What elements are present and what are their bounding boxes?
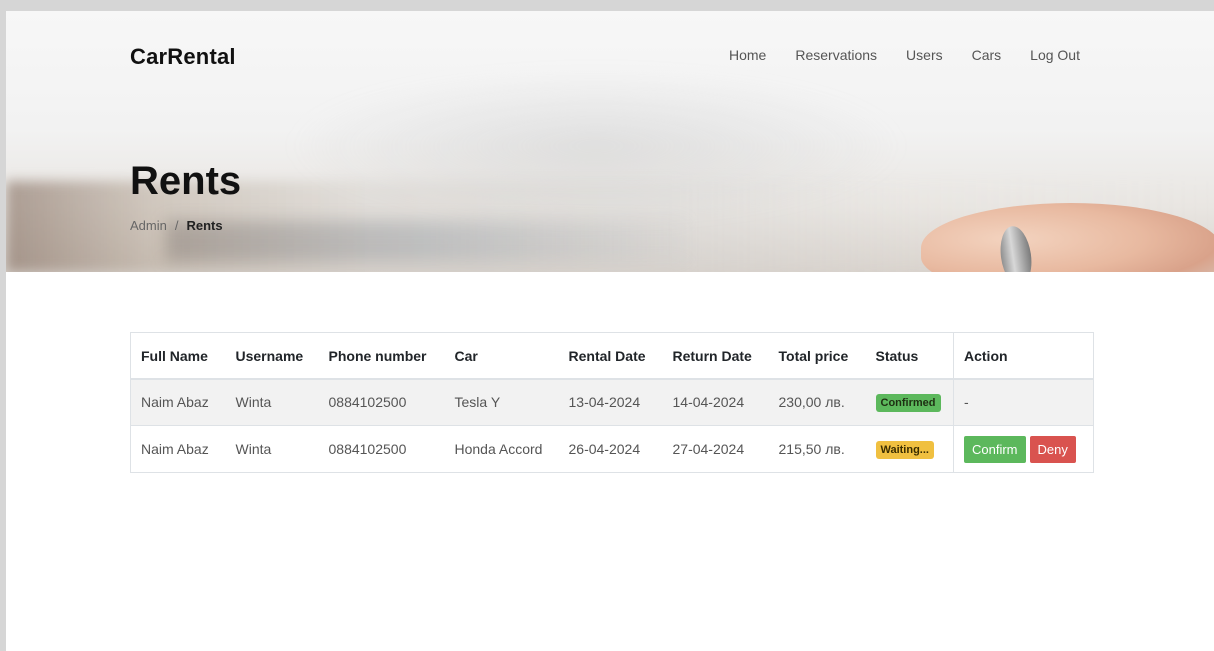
cell-phone: 0884102500 <box>318 425 445 473</box>
browser-viewport: CarRental Home Reservations Users Cars L… <box>6 11 1214 651</box>
cell-rental-date: 13-04-2024 <box>558 378 663 426</box>
top-navbar: CarRental Home Reservations Users Cars L… <box>6 11 1214 101</box>
breadcrumb: Admin / Rents <box>130 218 223 233</box>
hero-background-cars <box>166 221 686 261</box>
table-row: Naim Abaz Winta 0884102500 Honda Accord … <box>130 425 1094 473</box>
breadcrumb-separator: / <box>174 218 179 233</box>
cell-full-name: Naim Abaz <box>130 378 226 426</box>
hero-banner: CarRental Home Reservations Users Cars L… <box>6 11 1214 272</box>
column-header-status: Status <box>865 332 954 380</box>
cell-status: Confirmed <box>865 378 954 426</box>
table-header-row: Full Name Username Phone number Car Rent… <box>130 332 1094 380</box>
breadcrumb-current: Rents <box>186 218 223 233</box>
breadcrumb-admin[interactable]: Admin <box>130 218 167 233</box>
column-header-car: Car <box>444 332 559 380</box>
cell-return-date: 14-04-2024 <box>662 378 769 426</box>
column-header-full-name: Full Name <box>130 332 226 380</box>
nav-item-cars[interactable]: Cars <box>972 47 1002 63</box>
table-row: Naim Abaz Winta 0884102500 Tesla Y 13-04… <box>130 378 1094 426</box>
cell-total-price: 215,50 лв. <box>768 425 866 473</box>
rents-table: Full Name Username Phone number Car Rent… <box>130 332 1094 473</box>
rents-table-container: Full Name Username Phone number Car Rent… <box>130 332 1094 473</box>
column-header-username: Username <box>225 332 319 380</box>
column-header-total-price: Total price <box>768 332 866 380</box>
page-title: Rents <box>130 159 242 203</box>
cell-return-date: 27-04-2024 <box>662 425 769 473</box>
nav-menu: Home Reservations Users Cars Log Out <box>729 47 1080 63</box>
nav-item-logout[interactable]: Log Out <box>1030 47 1080 63</box>
cell-username: Winta <box>225 378 319 426</box>
column-header-return-date: Return Date <box>662 332 769 380</box>
nav-item-users[interactable]: Users <box>906 47 943 63</box>
cell-full-name: Naim Abaz <box>130 425 226 473</box>
cell-status: Waiting... <box>865 425 954 473</box>
cell-car: Tesla Y <box>444 378 559 426</box>
column-header-phone: Phone number <box>318 332 445 380</box>
nav-item-home[interactable]: Home <box>729 47 766 63</box>
brand-logo[interactable]: CarRental <box>130 44 236 70</box>
column-header-action: Action <box>953 332 1094 380</box>
status-badge: Confirmed <box>875 393 941 412</box>
cell-phone: 0884102500 <box>318 378 445 426</box>
cell-username: Winta <box>225 425 319 473</box>
cell-action: - <box>953 378 1094 426</box>
cell-total-price: 230,00 лв. <box>768 378 866 426</box>
cell-car: Honda Accord <box>444 425 559 473</box>
deny-button[interactable]: Deny <box>1029 435 1076 463</box>
confirm-button[interactable]: Confirm <box>964 435 1026 463</box>
column-header-rental-date: Rental Date <box>558 332 663 380</box>
cell-rental-date: 26-04-2024 <box>558 425 663 473</box>
status-badge: Waiting... <box>875 440 934 459</box>
cell-action: Confirm Deny <box>953 425 1094 473</box>
nav-item-reservations[interactable]: Reservations <box>795 47 877 63</box>
